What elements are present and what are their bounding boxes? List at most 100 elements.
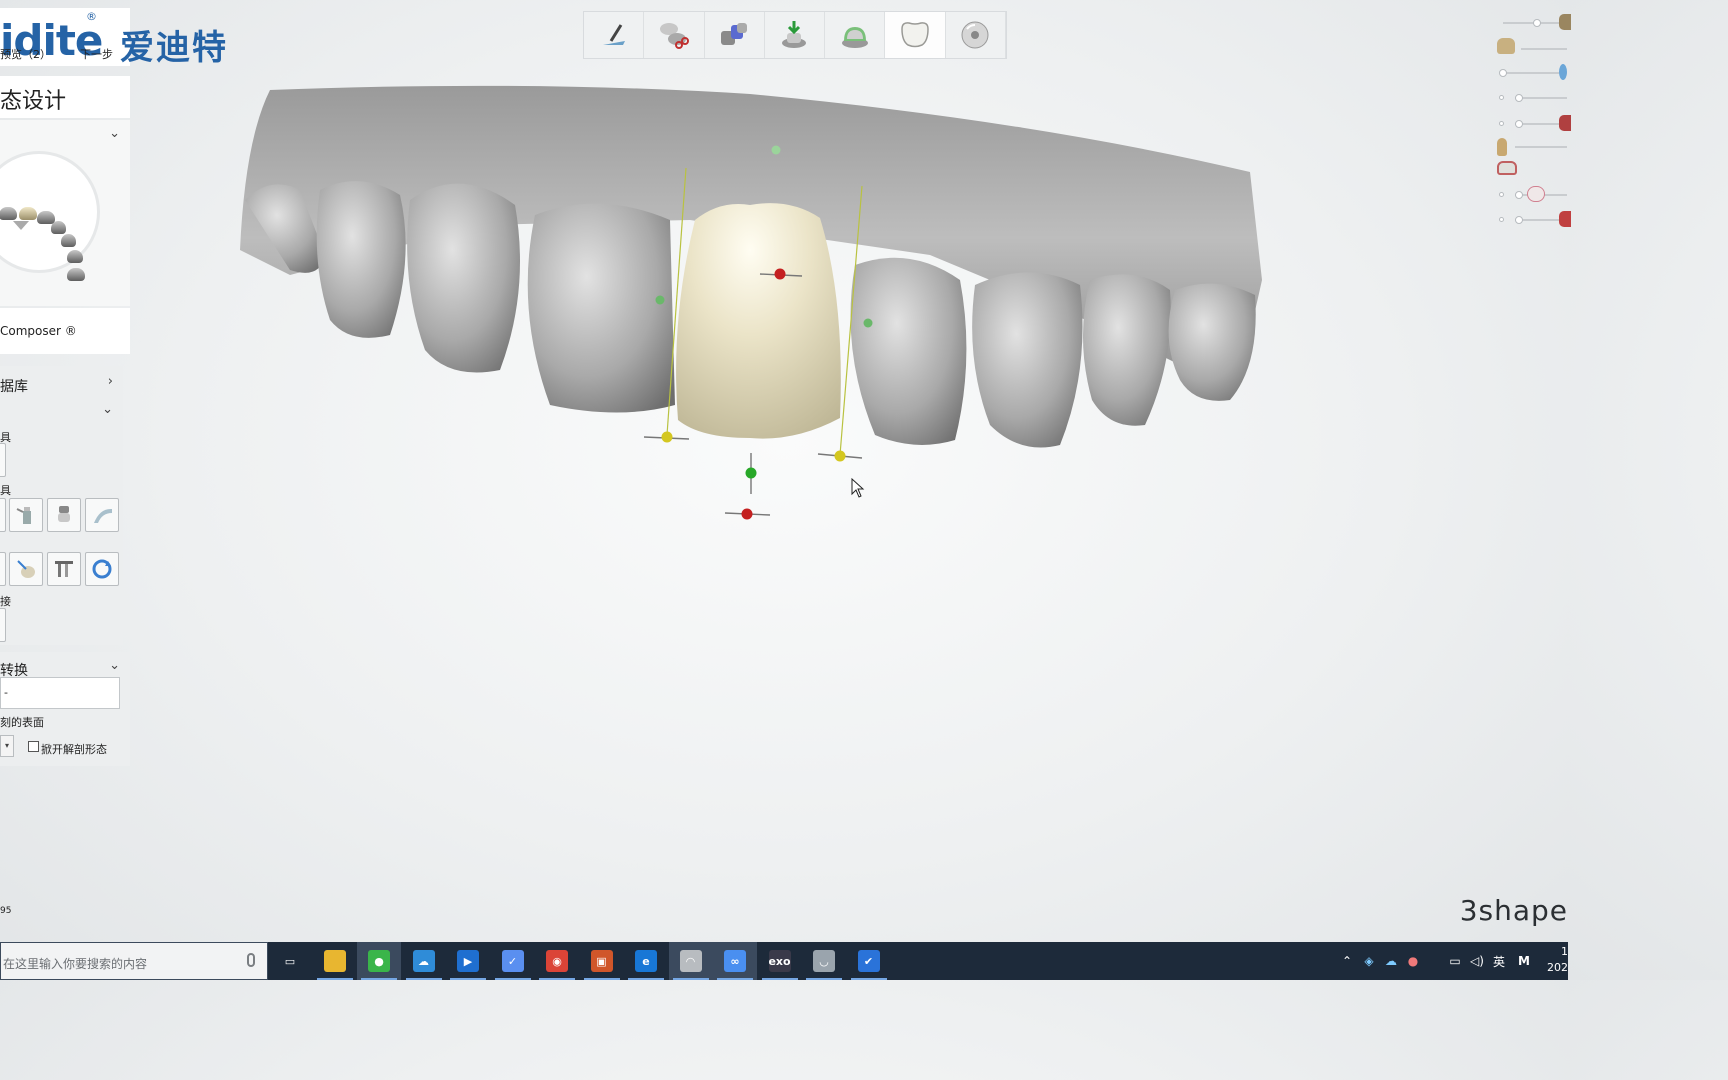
manipulator-handle[interactable] [774,268,786,280]
dental-3d-view[interactable] [230,80,1280,530]
taskbar-app-chrome[interactable]: ◉ [535,942,579,980]
volume-icon[interactable]: ◁) [1468,942,1486,980]
tools-row[interactable]: ⌄ [0,400,123,424]
preview-button[interactable]: 预览（2） [0,46,51,62]
arch-tooth[interactable] [0,207,17,220]
die-model-icon[interactable] [1497,138,1507,156]
dropdown-arrow-icon[interactable]: ▾ [0,735,14,757]
taskbar-app-onedrive[interactable]: ☁ [402,942,446,980]
taskbar-clock[interactable]: 1 202 [1547,944,1568,976]
crown-model-icon[interactable] [1527,186,1545,202]
slider-knob[interactable] [1515,94,1523,102]
slider-knob[interactable] [1515,216,1523,224]
slider-knob[interactable] [1515,120,1523,128]
taskbar-app-dental-system[interactable]: ◠ [668,942,713,980]
manipulator-handle[interactable] [655,295,665,305]
show-anatomy-checkbox[interactable] [28,741,39,752]
workflow-step-die[interactable] [705,12,765,58]
tool-button-partial[interactable] [0,608,6,642]
workflow-step-insertion[interactable] [765,12,826,58]
contact-tool-button[interactable] [47,552,81,586]
arch-tooth[interactable] [37,211,55,224]
taskbar-app-baidu-netdisk[interactable]: ∞ [713,942,757,980]
slider-dot[interactable] [1499,192,1504,197]
workflow-step-cement[interactable] [825,12,886,58]
taskbar-app-exocad[interactable]: exo [758,942,802,980]
chevron-down-icon[interactable]: ⌄ [102,402,113,417]
manipulator-handle[interactable] [834,450,846,462]
workflow-step-margin[interactable] [644,12,705,58]
tooth-arch-selector[interactable] [0,151,100,281]
taskbar-search-box[interactable]: 在这里输入你要搜索的内容 [0,942,268,980]
rotate-tool-button[interactable] [85,552,119,586]
visibility-slider-6[interactable] [1497,186,1568,202]
manipulator-handle[interactable] [771,145,781,155]
model-icon[interactable] [1559,115,1571,131]
slider-dot[interactable] [1499,121,1504,126]
arch-tooth-selected[interactable] [19,207,37,220]
model-icon[interactable] [1559,64,1567,80]
visibility-slider-2[interactable] [1497,64,1568,80]
manipulator-handle[interactable] [741,508,753,520]
microphone-icon[interactable] [247,953,255,967]
model-icon[interactable] [1559,211,1571,227]
remove-material-button[interactable] [85,498,119,532]
slider-knob[interactable] [1499,69,1507,77]
workflow-step-export[interactable] [946,12,1006,58]
tool-button-partial[interactable] [0,552,6,586]
designed-crown[interactable] [676,203,841,439]
slider-knob[interactable] [1515,191,1523,199]
taskbar-app-file-explorer[interactable] [313,942,357,980]
smooth-tool-button[interactable] [9,498,43,532]
visibility-slider-3[interactable] [1497,91,1568,105]
taskbar-app-task-view[interactable]: ▭ [268,942,312,980]
workflow-step-anatomy[interactable] [885,12,946,58]
manipulator-handle[interactable] [745,467,757,479]
chevron-down-icon[interactable]: ⌄ [109,658,120,673]
next-step-button[interactable]: 下一步 [80,46,113,62]
model-icon[interactable] [1559,14,1571,30]
manipulator-handle[interactable] [863,318,873,328]
taskbar-app-office[interactable]: ▣ [580,942,624,980]
manipulator-handle[interactable] [661,431,673,443]
slider-track[interactable] [1503,72,1567,74]
workflow-step-scan-prep[interactable] [584,12,645,58]
visibility-slider-5[interactable] [1497,140,1568,154]
ime-indicator[interactable]: 英 [1490,942,1508,980]
taskbar-app-security-app[interactable]: ✔ [847,942,891,980]
tool-button-partial[interactable] [0,443,6,477]
arch-tooth[interactable] [51,221,66,234]
running-indicator [494,978,531,980]
slider-track[interactable] [1515,146,1567,148]
tray-security-icon[interactable]: ● [1404,942,1422,980]
tray-overflow-icon[interactable]: ⌃ [1338,942,1356,980]
arch-tooth[interactable] [67,250,83,263]
taskbar-app-edge[interactable]: e [624,942,668,980]
taskbar-app-video-app[interactable]: ▶ [446,942,490,980]
slider-track[interactable] [1521,48,1567,50]
add-material-button[interactable] [47,498,81,532]
tray-app-icon[interactable]: ◈ [1360,942,1378,980]
library-row[interactable]: 据库 › [0,372,123,396]
arch-tooth[interactable] [61,234,76,247]
taskbar-app-wechat[interactable]: ● [357,942,401,980]
visibility-slider-1[interactable] [1497,14,1571,30]
morph-tooth-button[interactable] [9,552,43,586]
visibility-slider-1b[interactable] [1497,42,1568,56]
chevron-down-icon[interactable]: ⌄ [109,126,120,141]
ime-mode-icon[interactable]: M [1514,942,1534,980]
arch-tooth[interactable] [67,268,85,281]
taskbar-app-trios[interactable]: ◡ [802,942,846,980]
taskbar-app-feishu[interactable]: ✓ [491,942,535,980]
visibility-slider-7[interactable] [1497,211,1571,227]
slider-dot[interactable] [1499,217,1504,222]
tray-onedrive-icon[interactable]: ☁ [1382,942,1400,980]
slider-dot[interactable] [1499,95,1504,100]
restoration-model-icon[interactable] [1497,161,1517,175]
visibility-slider-4[interactable] [1497,115,1571,131]
slider-knob[interactable] [1533,19,1541,27]
network-icon[interactable]: ▭ [1446,942,1464,980]
tool-button-partial[interactable] [0,498,6,532]
morph-input[interactable]: - [0,677,120,709]
chevron-right-icon[interactable]: › [108,374,113,389]
